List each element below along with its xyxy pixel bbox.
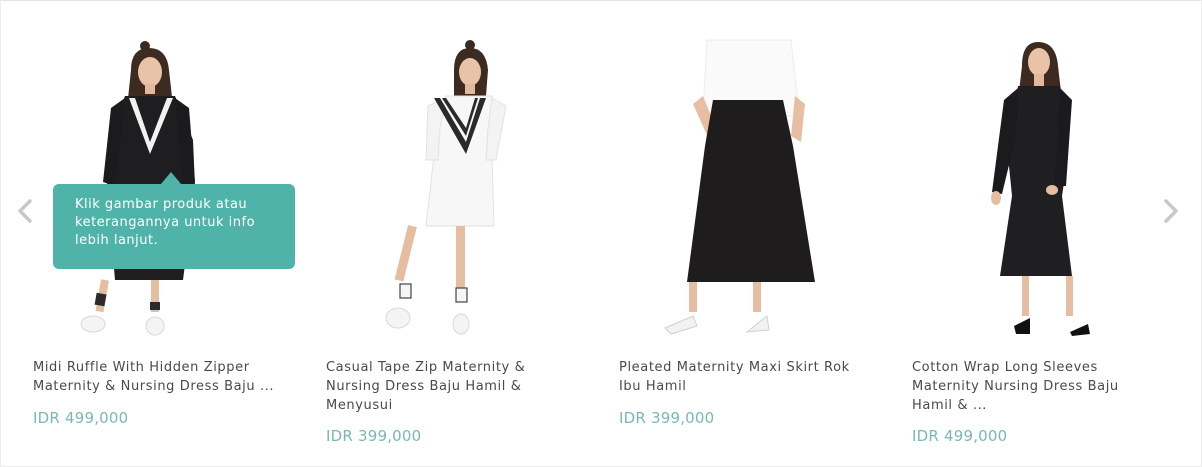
product-card: Casual Tape Zip Maternity & Nursing Dres… <box>326 36 576 456</box>
product-name[interactable]: Pleated Maternity Maxi Skirt Rok Ibu Ham… <box>619 358 869 396</box>
product-name[interactable]: Cotton Wrap Long Sleeves Maternity Nursi… <box>912 358 1162 415</box>
product-image[interactable] <box>326 36 576 342</box>
product-card: Cotton Wrap Long Sleeves Maternity Nursi… <box>912 36 1162 456</box>
product-image[interactable] <box>619 36 869 342</box>
product-name[interactable]: Casual Tape Zip Maternity & Nursing Dres… <box>326 358 576 415</box>
product-carousel: Midi Ruffle With Hidden Zipper Maternity… <box>0 0 1202 467</box>
tooltip-pointer <box>161 172 181 184</box>
product-price: IDR 399,000 <box>326 427 422 445</box>
help-tooltip: Klik gambar produk atau keterangannya un… <box>53 172 295 269</box>
product-name[interactable]: Midi Ruffle With Hidden Zipper Maternity… <box>33 358 283 396</box>
product-price: IDR 499,000 <box>912 427 1008 445</box>
product-image[interactable] <box>912 36 1162 342</box>
product-price: IDR 499,000 <box>33 409 129 427</box>
product-card: Pleated Maternity Maxi Skirt Rok Ibu Ham… <box>619 36 869 456</box>
tooltip-text: Klik gambar produk atau keterangannya un… <box>75 197 256 248</box>
product-price: IDR 399,000 <box>619 409 715 427</box>
